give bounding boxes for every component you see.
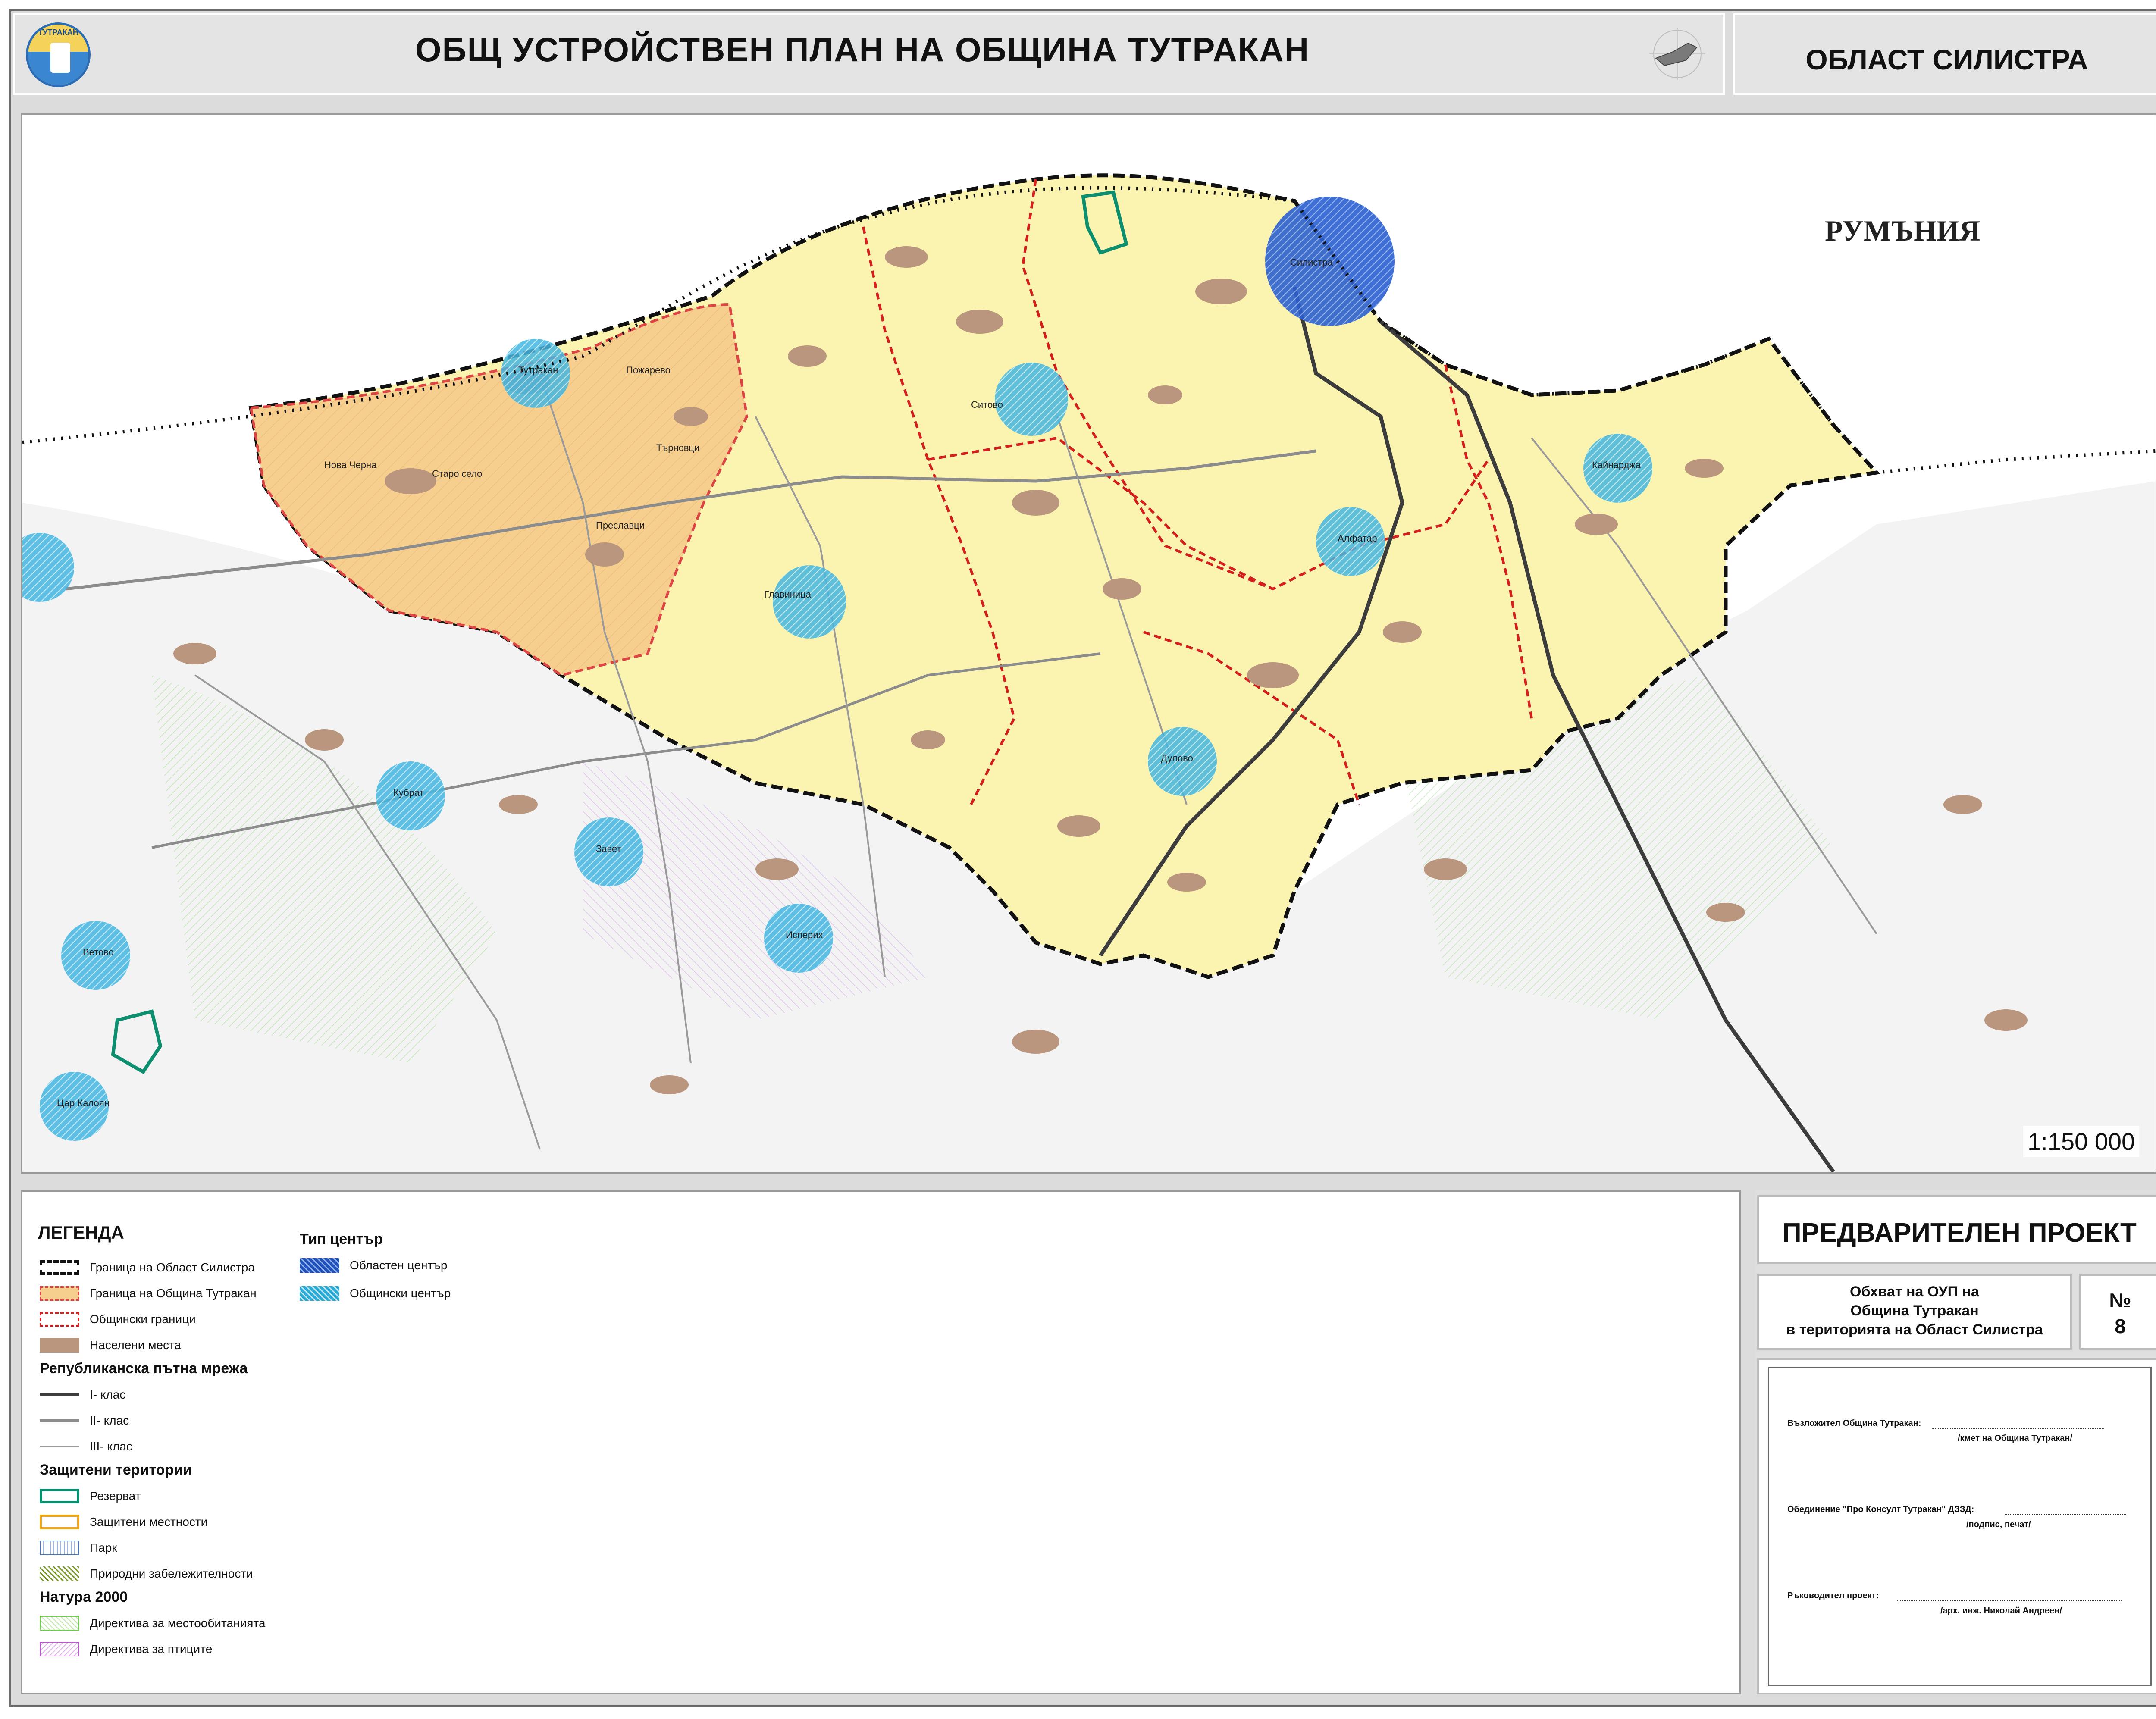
protected-sites-symbol xyxy=(40,1515,79,1529)
legend-label: Общински граници xyxy=(90,1312,196,1326)
label-glavinitsa: Главиница xyxy=(764,589,812,600)
legend-label: Граница на Община Тутракан xyxy=(90,1287,257,1300)
signature-sub-manager: /арх. инж. Николай Андреев/ xyxy=(1940,1606,2062,1616)
settlements-symbol xyxy=(40,1338,79,1353)
legend-municipality-boundary: Граница на Община Тутракан xyxy=(40,1285,257,1302)
legend-regional-center: Областен център xyxy=(300,1257,447,1274)
legend-label: Населени места xyxy=(90,1338,182,1352)
legend-label: Природни забележителности xyxy=(90,1567,253,1580)
legend-municipal-center: Общински център xyxy=(300,1285,451,1302)
label-dulovo: Дулово xyxy=(1161,753,1193,764)
legend-settlements: Населени места xyxy=(40,1337,181,1354)
region-boundary-symbol xyxy=(40,1260,79,1275)
municipality-logo-icon: ТУТРАКАН xyxy=(26,22,91,87)
municipality-boundary-symbol xyxy=(40,1286,79,1301)
road-class-3-symbol xyxy=(40,1439,79,1454)
label-zavet: Завет xyxy=(596,843,621,854)
label-silistra: Силистра xyxy=(1290,257,1333,268)
legend-road-class-3: III- клас xyxy=(40,1438,132,1455)
legend-park: Парк xyxy=(40,1539,117,1556)
legend-municipal-borders: Общински граници xyxy=(40,1311,196,1328)
label-isperih: Исперих xyxy=(786,930,823,940)
legend-protected-sites: Защитени местности xyxy=(40,1513,207,1531)
map-canvas: Тутракан Пожарево Нова Черна Старо село … xyxy=(22,115,2156,1172)
stage-box: ПРЕДВАРИТЕЛЕН ПРОЕКТ xyxy=(1757,1195,2156,1264)
road-class-2-symbol xyxy=(40,1413,79,1428)
signature-role-client: Възложител Община Тутракан: xyxy=(1787,1418,1921,1428)
scope-line-1: Обхват на ОУП на xyxy=(1850,1284,1979,1300)
legend-natural-landmarks: Природни забележителности xyxy=(40,1565,253,1582)
protected-title: Защитени територии xyxy=(40,1462,192,1478)
natura-habitats-symbol xyxy=(40,1616,79,1631)
region-box: ОБЛАСТ СИЛИСТРА xyxy=(1733,13,2156,95)
park-symbol xyxy=(40,1541,79,1555)
label-sitovo: Ситово xyxy=(971,399,1003,410)
signature-line-client xyxy=(1932,1428,2104,1429)
center-type-title: Тип център xyxy=(300,1231,383,1247)
label-staro-selo: Старо село xyxy=(432,468,482,479)
roads-title: Републиканска пътна мрежа xyxy=(40,1360,248,1377)
reserve-symbol xyxy=(40,1489,79,1503)
regional-center-symbol xyxy=(300,1258,339,1273)
municipal-center-symbol xyxy=(300,1286,339,1301)
legend-label: Директива за птиците xyxy=(90,1642,213,1656)
label-pozharevo: Пожарево xyxy=(626,365,671,376)
signature-line-contractor xyxy=(2005,1514,2126,1515)
label-kubrat: Кубрат xyxy=(393,787,424,798)
logo-tower xyxy=(50,43,70,73)
romania-label: РУМЪНИЯ xyxy=(1825,214,1981,247)
label-tutrakan: Тутракан xyxy=(518,365,558,376)
legend-label: Парк xyxy=(90,1541,117,1554)
signature-role-contractor: Обединение "Про Консулт Тутракан" ДЗЗД: xyxy=(1787,1505,1974,1514)
region-title: ОБЛАСТ СИЛИСТРА xyxy=(1805,44,2088,75)
legend-natura-habitats: Директива за местообитанията xyxy=(40,1615,265,1632)
project-stage: ПРЕДВАРИТЕЛЕН ПРОЕКТ xyxy=(1782,1218,2137,1248)
legend-region-boundary: Граница на Област Силистра xyxy=(40,1259,255,1276)
plan-title: ОБЩ УСТРОЙСТВЕН ПЛАН НА ОБЩИНА ТУТРАКАН xyxy=(415,31,1310,69)
logo-text: ТУТРАКАН xyxy=(38,28,78,37)
map-panel: Тутракан Пожарево Нова Черна Старо село … xyxy=(21,113,2156,1174)
legend-panel xyxy=(21,1190,1741,1694)
legend-road-class-1: I- клас xyxy=(40,1386,125,1403)
legend-natura-birds: Директива за птиците xyxy=(40,1641,212,1658)
region-locator-icon xyxy=(1649,28,1705,80)
natura-title: Натура 2000 xyxy=(40,1589,128,1605)
legend-label: III- клас xyxy=(90,1440,132,1453)
label-tsar-kaloyan: Цар Калоян xyxy=(57,1098,110,1108)
sheet-number: 8 xyxy=(2115,1315,2126,1337)
municipal-borders-symbol xyxy=(40,1312,79,1327)
label-kaynardzha: Кайнарджа xyxy=(1592,460,1641,470)
legend-label: Директива за местообитанията xyxy=(90,1616,266,1630)
signature-role-manager: Ръководител проект: xyxy=(1787,1591,1879,1600)
scope-line-3: в територията на Област Силистра xyxy=(1786,1321,2043,1338)
signature-frame xyxy=(1768,1367,2152,1686)
scope-line-2: Община Тутракан xyxy=(1850,1303,1979,1319)
legend-label: Резерват xyxy=(90,1489,141,1503)
legend-label: Защитени местности xyxy=(90,1515,208,1528)
legend-road-class-2: II- клас xyxy=(40,1412,129,1429)
label-nova-cherna: Нова Черна xyxy=(324,460,377,470)
signature-sub-client: /кмет на Община Тутракан/ xyxy=(1958,1434,2072,1443)
road-class-1-symbol xyxy=(40,1387,79,1402)
label-vetovo: Ветово xyxy=(83,947,114,958)
map-scale: 1:150 000 xyxy=(2023,1126,2140,1157)
natural-landmarks-symbol xyxy=(40,1566,79,1581)
legend-label: II- клас xyxy=(90,1414,129,1427)
sheet-number-box: № 8 xyxy=(2079,1274,2156,1350)
natura-birds-symbol xyxy=(40,1642,79,1656)
label-preslavtsi: Преславци xyxy=(596,520,645,531)
legend-title: ЛЕГЕНДА xyxy=(38,1222,124,1243)
label-alfatar: Алфатар xyxy=(1338,533,1377,544)
label-tarnovtsi: Търновци xyxy=(656,442,699,453)
legend-label: I- клас xyxy=(90,1388,126,1401)
legend-label: Областен център xyxy=(350,1259,448,1272)
legend-reserve: Резерват xyxy=(40,1487,141,1505)
signature-line-manager xyxy=(1897,1600,2122,1601)
sheet-number-label: № xyxy=(2109,1289,2131,1312)
scope-box: Обхват на ОУП на Община Тутракан в терит… xyxy=(1757,1274,2072,1350)
legend-label: Общински център xyxy=(350,1287,451,1300)
legend-label: Граница на Област Силистра xyxy=(90,1261,255,1274)
signature-sub-contractor: /подпис, печат/ xyxy=(1966,1520,2031,1529)
